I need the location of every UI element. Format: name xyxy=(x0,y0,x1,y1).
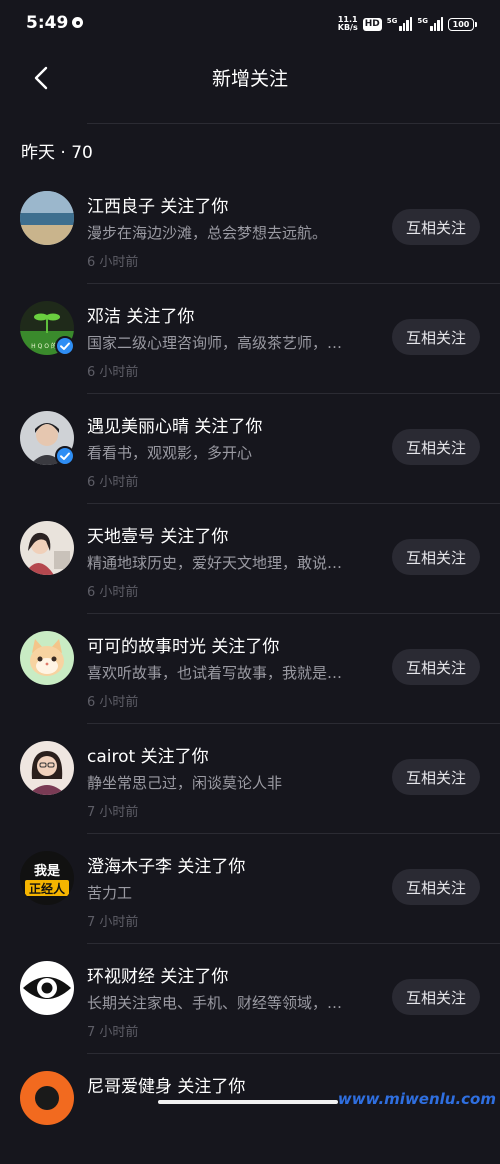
follower-name-line: 可可的故事时光 关注了你 xyxy=(87,632,387,657)
home-indicator[interactable] xyxy=(158,1100,338,1104)
follower-name-line: 江西良子 关注了你 xyxy=(87,192,387,217)
battery-icon: 100 xyxy=(448,17,477,31)
signal-1-label: 5G xyxy=(386,17,398,25)
verified-badge-icon xyxy=(55,446,75,466)
section-header: 昨天 · 70 xyxy=(21,143,93,163)
follower-row[interactable]: 遇见美丽心晴 关注了你 看看书，观观影，多开心 6 小时前 互相关注 xyxy=(0,394,500,504)
follow-time: 7 小时前 xyxy=(87,805,139,820)
follower-name-line: 天地壹号 关注了你 xyxy=(87,522,387,547)
follower-bio: 漫步在海边沙滩，总会梦想去远航。 xyxy=(87,224,328,242)
follow-back-button[interactable]: 互相关注 xyxy=(392,319,480,355)
follower-name-line: 遇见美丽心晴 关注了你 xyxy=(87,412,387,437)
follower-name[interactable]: 江西良子 xyxy=(87,197,155,217)
follow-action-text: 关注了你 xyxy=(155,527,229,547)
status-bar: 5:49 11.1 KB/s HD 5G 5G 100 xyxy=(0,0,500,48)
status-indicators: 11.1 KB/s HD 5G 5G 100 xyxy=(338,14,477,34)
follow-back-button[interactable]: 互相关注 xyxy=(392,979,480,1015)
follow-action-text: 关注了你 xyxy=(172,857,246,877)
follow-time: 7 小时前 xyxy=(87,915,139,930)
follow-back-button[interactable]: 互相关注 xyxy=(392,869,480,905)
follow-time: 6 小时前 xyxy=(87,475,139,490)
follow-action-text: 关注了你 xyxy=(189,417,263,437)
avatar[interactable]: 我是 正经人 xyxy=(20,851,74,905)
avatar[interactable] xyxy=(20,741,74,795)
follower-name-line: 邓洁 关注了你 xyxy=(87,302,387,327)
signal-1-icon: 5G xyxy=(387,17,413,31)
notification-dot-icon xyxy=(72,17,83,28)
page-title: 新增关注 xyxy=(211,68,288,90)
avatar[interactable] xyxy=(20,191,74,245)
signal-2-label: 5G xyxy=(417,17,428,25)
follower-bio: 苦力工 xyxy=(87,884,133,902)
follower-name[interactable]: cairot xyxy=(87,747,135,767)
follower-row[interactable]: 江西良子 关注了你 漫步在海边沙滩，总会梦想去远航。 6 小时前 互相关注 xyxy=(0,174,500,284)
follower-row[interactable]: cairot 关注了你 静坐常思己过，闲谈莫论人非 7 小时前 互相关注 xyxy=(0,724,500,834)
follower-row[interactable]: 我是 正经人 澄海木子李 关注了你 苦力工 7 小时前 互相关注 xyxy=(0,834,500,944)
follow-action-text: 关注了你 xyxy=(206,637,280,657)
follower-row[interactable]: 可可的故事时光 关注了你 喜欢听故事，也试着写故事，我就是… 6 小时前 互相关… xyxy=(0,614,500,724)
follow-time: 7 小时前 xyxy=(87,1025,139,1040)
avatar[interactable] xyxy=(20,521,74,575)
follow-action-text: 关注了你 xyxy=(172,1077,246,1097)
watermark: www.miwenlu.com xyxy=(337,1090,496,1108)
follower-name[interactable]: 可可的故事时光 xyxy=(87,637,206,657)
status-time: 5:49 xyxy=(26,13,69,33)
follower-name[interactable]: 邓洁 xyxy=(87,307,121,327)
follow-time: 6 小时前 xyxy=(87,255,139,270)
follower-name[interactable]: 尼哥爱健身 xyxy=(87,1077,172,1097)
follow-back-button[interactable]: 互相关注 xyxy=(392,759,480,795)
follower-name[interactable]: 环视财经 xyxy=(87,967,155,987)
follow-action-text: 关注了你 xyxy=(121,307,195,327)
follower-name[interactable]: 天地壹号 xyxy=(87,527,155,547)
avatar[interactable] xyxy=(20,631,74,685)
follower-row[interactable]: H Q O 的心 邓洁 关注了你 国家二级心理咨询师，高级茶艺师，… 6 小时前… xyxy=(0,284,500,394)
follower-name[interactable]: 澄海木子李 xyxy=(87,857,172,877)
follower-row[interactable]: 尼哥爱健身 关注了你 xyxy=(0,1054,500,1164)
nav-bar: 新增关注 xyxy=(0,48,500,106)
battery-level: 100 xyxy=(452,19,470,29)
follower-row[interactable]: 天地壹号 关注了你 精通地球历史，爱好天文地理，敢说… 6 小时前 互相关注 xyxy=(0,504,500,614)
avatar-text-bottom: 正经人 xyxy=(29,881,66,896)
follower-name-line: 澄海木子李 关注了你 xyxy=(87,852,387,877)
follow-action-text: 关注了你 xyxy=(155,967,229,987)
avatar-text-top: 我是 xyxy=(34,863,61,879)
follow-back-button[interactable]: 互相关注 xyxy=(392,539,480,575)
follower-name[interactable]: 遇见美丽心晴 xyxy=(87,417,189,437)
hd-badge: HD xyxy=(362,17,382,31)
follower-bio: 看看书，观观影，多开心 xyxy=(87,444,253,462)
avatar[interactable] xyxy=(20,961,74,1015)
network-speed: 11.1 KB/s xyxy=(338,16,358,32)
follow-back-button[interactable]: 互相关注 xyxy=(392,429,480,465)
follower-bio: 喜欢听故事，也试着写故事，我就是… xyxy=(87,664,343,682)
avatar[interactable] xyxy=(20,1071,74,1125)
verified-badge-icon xyxy=(55,336,75,356)
follow-action-text: 关注了你 xyxy=(135,747,209,767)
follow-time: 6 小时前 xyxy=(87,365,139,380)
signal-2-icon: 5G xyxy=(417,17,443,31)
follow-action-text: 关注了你 xyxy=(155,197,229,217)
follower-bio: 国家二级心理咨询师，高级茶艺师，… xyxy=(87,334,343,352)
follower-name-line: cairot 关注了你 xyxy=(87,742,387,767)
follower-list: 江西良子 关注了你 漫步在海边沙滩，总会梦想去远航。 6 小时前 互相关注 H … xyxy=(0,174,500,1164)
network-speed-unit: KB/s xyxy=(337,23,358,32)
follow-back-button[interactable]: 互相关注 xyxy=(392,209,480,245)
follow-time: 6 小时前 xyxy=(87,585,139,600)
follower-name-line: 环视财经 关注了你 xyxy=(87,962,387,987)
follow-time: 6 小时前 xyxy=(87,695,139,710)
follower-bio: 长期关注家电、手机、财经等领域，… xyxy=(87,994,343,1012)
follow-back-button[interactable]: 互相关注 xyxy=(392,649,480,685)
follower-bio: 静坐常思己过，闲谈莫论人非 xyxy=(87,774,283,792)
follower-bio: 精通地球历史，爱好天文地理，敢说… xyxy=(87,554,343,572)
header-divider xyxy=(87,123,500,124)
follower-row[interactable]: 环视财经 关注了你 长期关注家电、手机、财经等领域，… 7 小时前 互相关注 xyxy=(0,944,500,1054)
